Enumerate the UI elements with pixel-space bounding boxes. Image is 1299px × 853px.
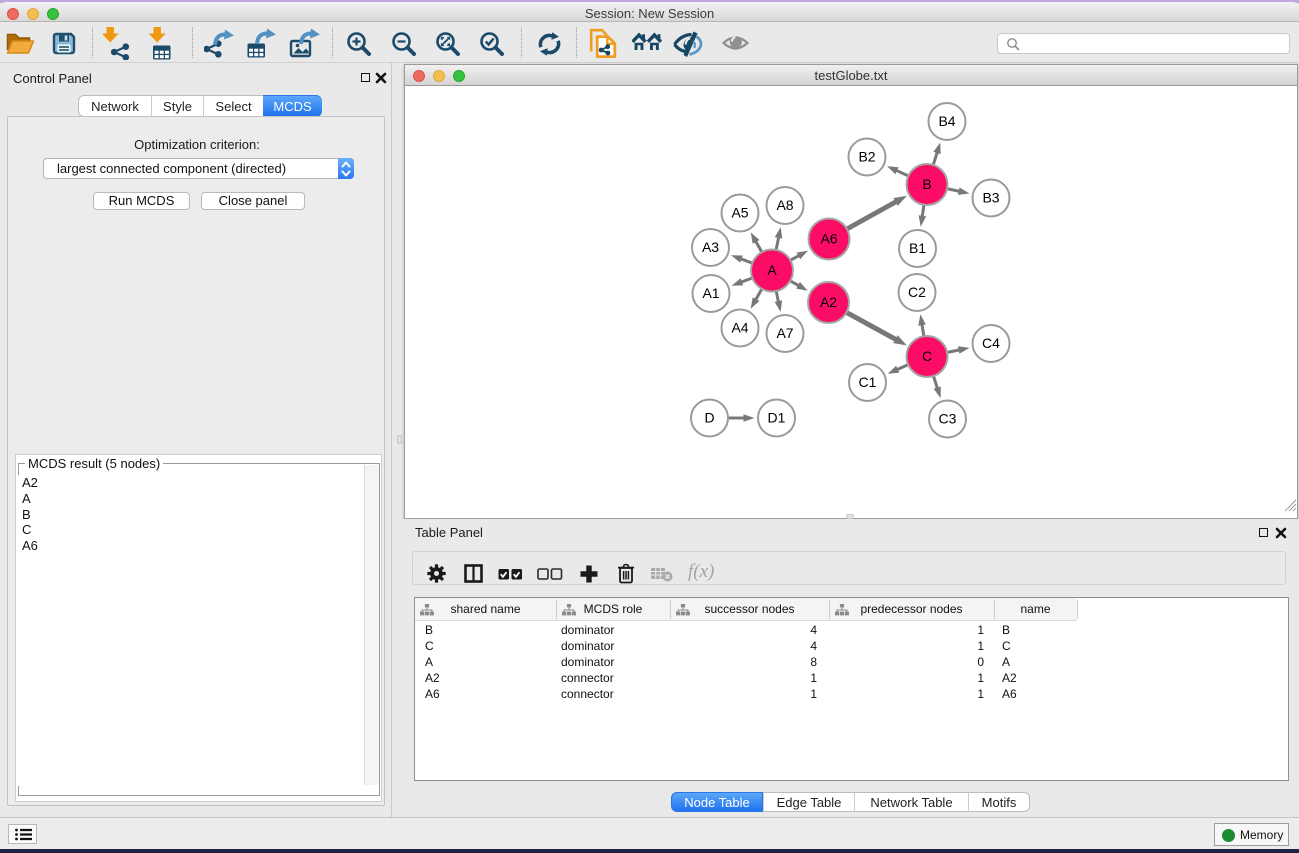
svg-text:A4: A4 bbox=[731, 320, 748, 336]
svg-text:A8: A8 bbox=[776, 197, 793, 213]
svg-text:B1: B1 bbox=[909, 240, 926, 256]
svg-text:A1: A1 bbox=[702, 285, 719, 301]
svg-text:A7: A7 bbox=[776, 325, 793, 341]
svg-text:B: B bbox=[922, 176, 931, 192]
svg-text:A: A bbox=[767, 262, 777, 278]
svg-text:B2: B2 bbox=[858, 149, 875, 165]
svg-text:C1: C1 bbox=[859, 374, 877, 390]
svg-text:A2: A2 bbox=[820, 294, 837, 310]
svg-text:B3: B3 bbox=[982, 190, 999, 206]
svg-text:C: C bbox=[922, 348, 932, 364]
svg-text:D1: D1 bbox=[768, 410, 786, 426]
svg-text:C2: C2 bbox=[908, 284, 926, 300]
svg-text:A3: A3 bbox=[702, 239, 719, 255]
svg-text:D: D bbox=[704, 410, 714, 426]
svg-text:C3: C3 bbox=[939, 411, 957, 427]
svg-text:B4: B4 bbox=[938, 113, 955, 129]
svg-text:A6: A6 bbox=[820, 231, 837, 247]
svg-text:C4: C4 bbox=[982, 335, 1000, 351]
svg-text:A5: A5 bbox=[731, 205, 748, 221]
